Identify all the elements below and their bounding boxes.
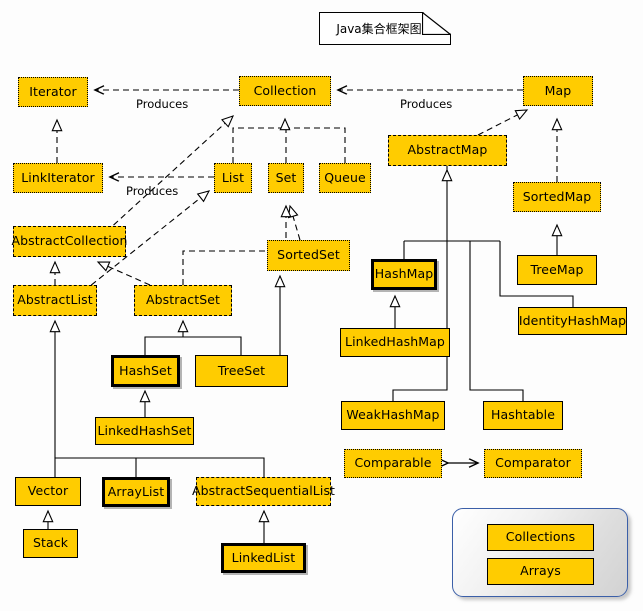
class-box-comparable[interactable]: Comparable (344, 449, 442, 478)
class-box-abstractset[interactable]: AbstractSet (134, 285, 232, 316)
class-box-abstractlist[interactable]: AbstractList (13, 285, 97, 316)
edge-list-set-queue-extends-collection (232, 119, 346, 163)
class-box-list[interactable]: List (214, 163, 252, 193)
class-box-linkedhashset[interactable]: LinkedHashSet (95, 417, 194, 445)
class-box-hashmap[interactable]: HashMap (371, 259, 437, 290)
edge-label-produces: Produces (126, 184, 179, 198)
class-box-stack[interactable]: Stack (23, 529, 78, 558)
edge-sortedset-extends-set (290, 206, 301, 241)
class-box-weakhashmap[interactable]: WeakHashMap (341, 401, 445, 430)
class-box-sortedset[interactable]: SortedSet (267, 240, 350, 271)
class-box-linkedlist[interactable]: LinkedList (221, 543, 306, 573)
diagram-title-note: Java集合框架图 (319, 12, 451, 45)
class-box-abstractcollection[interactable]: AbstractCollection (11, 226, 127, 257)
class-box-abstractsequentiallist[interactable]: AbstractSequentialList (192, 477, 335, 506)
class-box-treeset[interactable]: TreeSet (195, 355, 288, 387)
class-box-vector[interactable]: Vector (15, 477, 81, 506)
class-box-collections[interactable]: Collections (487, 524, 594, 551)
class-box-hashtable[interactable]: Hashtable (483, 401, 563, 430)
edge-label-produces: Produces (400, 97, 453, 111)
class-box-abstractmap[interactable]: AbstractMap (388, 135, 507, 166)
diagram-canvas: Java集合框架图 Iterator LinkIterator Collection… (0, 0, 643, 611)
class-box-arrays[interactable]: Arrays (487, 558, 594, 585)
class-box-linkiterator[interactable]: LinkIterator (13, 163, 103, 193)
edge-crossing-abstractset-to-abstractcollection (98, 262, 151, 286)
edge-label-produces: Produces (136, 97, 189, 111)
class-box-linkedhashmap[interactable]: LinkedHashMap (340, 328, 450, 357)
class-box-hashset[interactable]: HashSet (111, 355, 180, 387)
class-box-treemap[interactable]: TreeMap (517, 255, 597, 285)
edge-hashset-treeset-extends-abstractset (144, 321, 242, 355)
diagram-title: Java集合框架图 (336, 22, 422, 36)
class-box-queue[interactable]: Queue (319, 163, 371, 193)
class-box-comparator[interactable]: Comparator (484, 449, 582, 478)
class-box-arraylist[interactable]: ArrayList (102, 477, 170, 507)
class-box-set[interactable]: Set (268, 163, 304, 193)
edge-abstractlist-subclasses-bus (55, 321, 265, 477)
class-box-collection[interactable]: Collection (239, 76, 331, 106)
edge-abstractmap-implements-map (477, 110, 527, 136)
class-box-map[interactable]: Map (523, 76, 593, 106)
class-box-sortedmap[interactable]: SortedMap (513, 182, 601, 212)
class-box-identityhashmap[interactable]: IdentityHashMap (518, 307, 627, 335)
class-box-iterator[interactable]: Iterator (18, 77, 88, 107)
